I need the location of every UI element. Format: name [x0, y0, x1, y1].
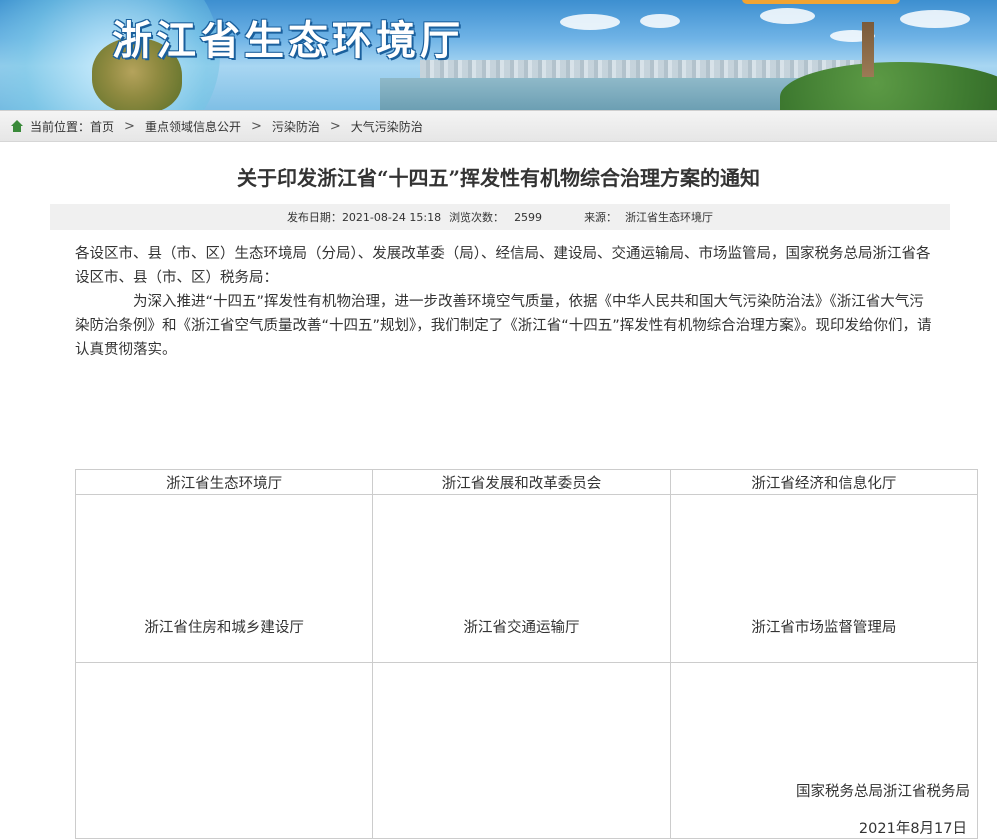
breadcrumb-separator: > — [250, 118, 262, 134]
breadcrumb-home-link[interactable]: 首页 — [90, 118, 114, 135]
signatory-empty-cell — [669, 662, 979, 839]
home-icon — [10, 119, 24, 133]
banner-cloud — [560, 14, 620, 30]
banner-orange-tab — [742, 0, 900, 4]
signatory-cell: 浙江省交通运输厅 — [372, 494, 671, 663]
article-body: 各设区市、县（市、区）生态环境局（分局）、发展改革委（局）、经信局、建设局、交通… — [75, 242, 935, 362]
signing-date: 2021年8月17日 — [858, 821, 967, 837]
breadcrumb-prefix: 当前位置： — [30, 119, 91, 134]
signatory-empty-cell — [74, 662, 374, 839]
breadcrumb-pollution-link[interactable]: 污染防治 — [272, 118, 320, 135]
breadcrumb-separator: > — [329, 118, 341, 134]
publish-date: 2021-08-24 15:18 — [341, 210, 442, 224]
banner-cloud — [760, 8, 815, 24]
signatory-cell: 浙江省市场监督管理局 — [669, 494, 979, 663]
body-paragraph: 为深入推进“十四五”挥发性有机物治理，进一步改善环境空气质量，依据《中华人民共和… — [75, 294, 932, 358]
breadcrumb-air-pollution-link[interactable]: 大气污染防治 — [351, 118, 423, 135]
views-label: 浏览次数： — [449, 211, 505, 224]
signatory-cell: 浙江省住房和城乡建设厅 — [74, 494, 374, 663]
publish-date-label: 发布日期： — [286, 211, 342, 224]
views-count: 2599 — [514, 210, 543, 224]
banner-cloud — [900, 10, 970, 28]
recipients-paragraph: 各设区市、县（市、区）生态环境局（分局）、发展改革委（局）、经信局、建设局、交通… — [75, 246, 931, 286]
source-label: 来源： — [584, 211, 618, 224]
signatory-empty-cell — [372, 662, 671, 839]
breadcrumb-separator: > — [124, 118, 135, 134]
breadcrumb: 当前位置： 首页 > 重点领域信息公开 > 污染防治 > 大气污染防治 — [0, 110, 997, 142]
banner-pagoda — [862, 22, 874, 77]
article-meta: 发布日期： 2021-08-24 15:18 浏览次数： 2599 来源： 浙江… — [50, 204, 950, 230]
banner-cloud — [640, 14, 680, 28]
site-title: 浙江省生态环境厅 — [112, 17, 464, 64]
signatory-cell: 浙江省发展和改革委员会 — [372, 469, 671, 495]
breadcrumb-key-areas-link[interactable]: 重点领域信息公开 — [145, 118, 241, 135]
article-title: 关于印发浙江省“十四五”挥发性有机物综合治理方案的通知 — [236, 166, 760, 190]
signatory-cell: 浙江省经济和信息化厅 — [669, 469, 979, 495]
source-value: 浙江省生态环境厅 — [625, 211, 714, 224]
signatory-cell: 浙江省生态环境厅 — [74, 469, 374, 495]
site-banner: 浙江省生态环境厅 — [0, 0, 997, 110]
signatory-tax-bureau: 国家税务总局浙江省税务局 — [796, 784, 970, 800]
